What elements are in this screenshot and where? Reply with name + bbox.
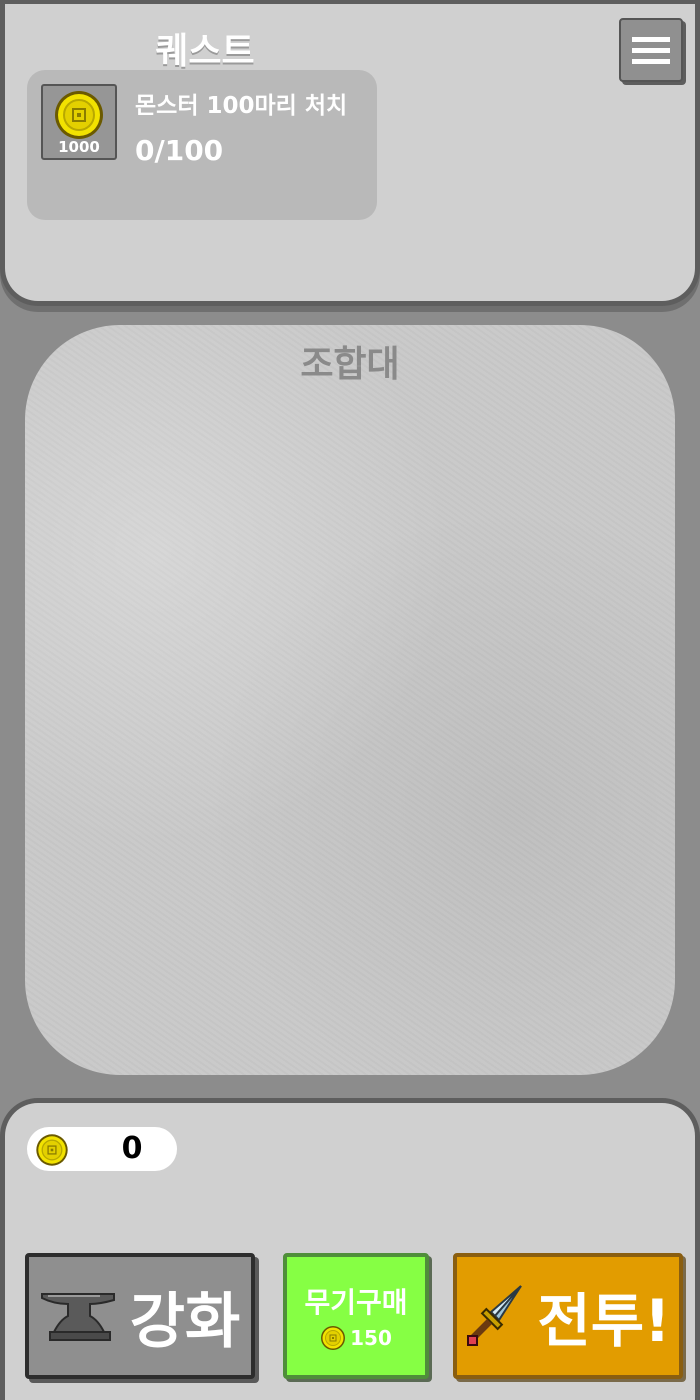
quest-card[interactable]: 1000 몬스터 100마리 처치 0/100 [27,70,377,220]
hamburger-menu-icon [632,36,670,42]
gold-amount: 0 [121,1131,143,1166]
quest-reward: 1000 [41,84,117,160]
enhance-label: 강화 [129,1286,241,1357]
buy-weapon-price: 150 [320,1325,392,1351]
buy-weapon-button[interactable]: 무기구매 150 [283,1253,429,1379]
fight-label: 전투! [537,1287,671,1355]
quest-panel: 퀘스트 1000 몬스터 100마리 처치 0/100 [0,0,700,306]
menu-button[interactable] [619,18,683,82]
gold-coin-icon [321,1326,346,1350]
enhance-button[interactable]: 강화 [25,1253,255,1379]
quest-progress: 0/100 [135,134,224,167]
crafting-title: 조합대 [300,344,400,385]
fight-button[interactable]: 전투! [453,1253,683,1379]
crafting-table[interactable]: 조합대 [25,325,675,1075]
sword-icon [467,1285,523,1346]
bottom-panel: 0 강화 무기구매 150 전투! [0,1098,700,1400]
quest-title: 퀘스트 [155,31,255,72]
gold-coin-icon [36,1134,68,1166]
buy-weapon-price-value: 150 [350,1326,392,1350]
gold-coin-icon [55,91,103,139]
buy-weapon-label: 무기구매 [304,1286,408,1319]
gold-display: 0 [27,1127,177,1171]
anvil-icon [40,1293,115,1341]
quest-name: 몬스터 100마리 처치 [135,93,348,119]
game-screen: 퀘스트 1000 몬스터 100마리 처치 0/100 조합대 0 강화 무기구… [0,0,700,1400]
quest-reward-amount: 1000 [58,138,100,156]
